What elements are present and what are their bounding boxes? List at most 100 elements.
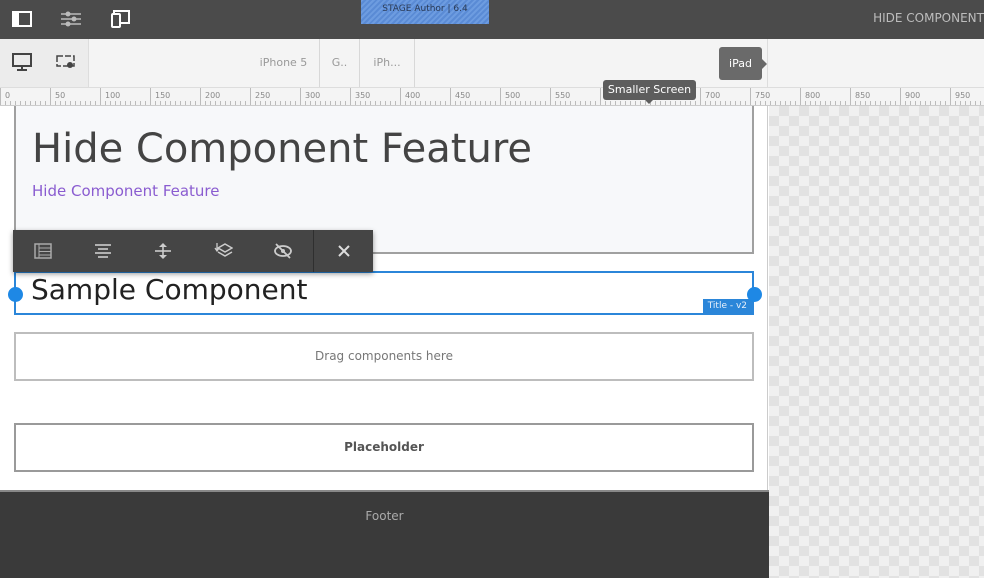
ruler-tick: [875, 101, 876, 105]
ruler-tick: [250, 88, 251, 105]
resize-handle-left[interactable]: [8, 287, 23, 302]
ruler-tick: [130, 101, 131, 105]
emulator-devices-icon[interactable]: [108, 8, 132, 30]
device-bar: iPhone 5 G.. iPh...: [0, 39, 984, 88]
ruler-tick: [265, 101, 266, 105]
ruler-tick: [20, 101, 21, 105]
ruler-tick: [750, 88, 751, 105]
ruler-label: 750: [755, 91, 771, 100]
ruler-tick: [510, 101, 511, 105]
ruler-tick: [305, 101, 306, 105]
ruler-label: 0: [5, 91, 11, 100]
ruler-tick: [315, 101, 316, 105]
ruler-tick: [210, 101, 211, 105]
ruler-tick: [40, 101, 41, 105]
properties-sliders-icon[interactable]: [59, 8, 83, 30]
ruler-tick: [435, 101, 436, 105]
ruler-tick: [270, 101, 271, 105]
ruler-tick: [385, 101, 386, 105]
ruler-tick: [565, 101, 566, 105]
ruler-tick: [760, 101, 761, 105]
ruler-tick: [70, 101, 71, 105]
placeholder-component[interactable]: Placeholder: [14, 423, 754, 472]
rotate-device-icon[interactable]: [54, 51, 78, 73]
ruler-tick: [885, 101, 886, 105]
title-text: Sample Component: [31, 273, 308, 306]
ruler-tick: [10, 101, 11, 105]
ruler-tick: [675, 101, 676, 105]
ruler-tick: [45, 101, 46, 105]
ruler-tick: [260, 101, 261, 105]
page-canvas: Hide Component Feature Hide Component Fe…: [0, 106, 768, 490]
ruler-tick: [550, 88, 551, 105]
ruler-tick: [775, 101, 776, 105]
eye-off-icon: [274, 243, 292, 259]
ruler-tick: [5, 101, 6, 105]
ruler-tick: [700, 88, 701, 105]
ruler-tick: [850, 88, 851, 105]
ruler-tick: [600, 88, 601, 105]
configure-button[interactable]: [13, 230, 73, 272]
ruler-tick: [535, 101, 536, 105]
ruler-label: 700: [705, 91, 721, 100]
ruler-tick: [635, 101, 636, 105]
ruler-tick: [175, 101, 176, 105]
ruler-tick: [355, 101, 356, 105]
device-g[interactable]: G..: [320, 39, 360, 87]
sidepanel-toggle-icon[interactable]: [10, 8, 34, 30]
device-iph[interactable]: iPh...: [360, 39, 415, 87]
ruler-tick: [410, 101, 411, 105]
hide-button[interactable]: [253, 230, 313, 272]
component-type-tag: Title - v2: [702, 299, 752, 313]
ruler-tick: [815, 101, 816, 105]
ruler-tick: [545, 101, 546, 105]
selected-title-component[interactable]: Sample Component Title - v2: [14, 271, 754, 315]
ruler-label: 200: [205, 91, 221, 100]
align-button[interactable]: [73, 230, 133, 272]
ruler-tick: [895, 101, 896, 105]
smaller-screen-tooltip: Smaller Screen: [603, 80, 696, 104]
ruler-tick: [725, 101, 726, 105]
ruler-label: 350: [355, 91, 371, 100]
expand-vertical-icon: [155, 243, 171, 259]
ruler: 0501001502002503003504004505005506006507…: [0, 88, 984, 106]
desktop-icon[interactable]: [10, 51, 34, 73]
close-button[interactable]: [313, 230, 373, 272]
ruler-tick: [790, 101, 791, 105]
ruler-tick: [590, 101, 591, 105]
device-mode-group: [0, 39, 89, 87]
ruler-tick: [310, 101, 311, 105]
ruler-tick: [560, 101, 561, 105]
ruler-tick: [570, 101, 571, 105]
ruler-tick: [50, 88, 51, 105]
ruler-label: 800: [805, 91, 821, 100]
ruler-tick: [65, 101, 66, 105]
ruler-tick: [770, 101, 771, 105]
component-toolbar: [13, 230, 373, 272]
resize-handle-right[interactable]: [747, 287, 762, 302]
ruler-tick: [280, 101, 281, 105]
ruler-tick: [795, 101, 796, 105]
ruler-tick: [345, 101, 346, 105]
ruler-tick: [240, 101, 241, 105]
ruler-tick: [430, 101, 431, 105]
ruler-tick: [275, 101, 276, 105]
ruler-tick: [835, 101, 836, 105]
ruler-tick: [325, 101, 326, 105]
resize-button[interactable]: [133, 230, 193, 272]
align-center-icon: [95, 244, 111, 258]
ruler-tick: [640, 101, 641, 105]
device-iphone5[interactable]: iPhone 5: [248, 39, 320, 87]
ruler-tick: [340, 101, 341, 105]
drop-zone[interactable]: Drag components here: [14, 332, 754, 381]
ruler-tick: [500, 88, 501, 105]
device-ipad-marker[interactable]: iPad: [719, 47, 767, 80]
ruler-tick: [605, 101, 606, 105]
ruler-tick: [625, 101, 626, 105]
ruler-tick: [300, 88, 301, 105]
ruler-tick: [660, 101, 661, 105]
environment-badge: STAGE Author | 6.4: [361, 0, 489, 24]
ruler-tick: [690, 101, 691, 105]
ruler-tick: [780, 101, 781, 105]
layers-button[interactable]: [193, 230, 253, 272]
